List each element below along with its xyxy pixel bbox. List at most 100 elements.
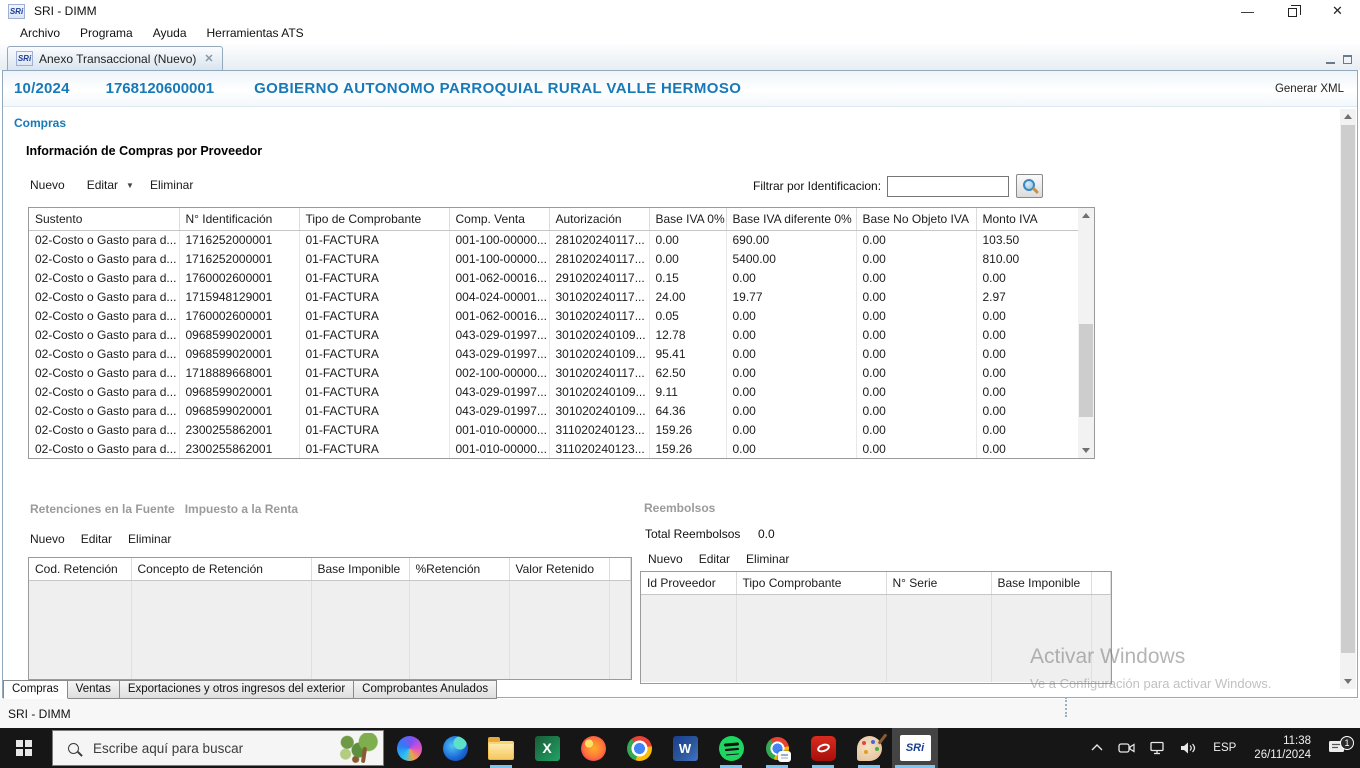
menu-programa[interactable]: Programa xyxy=(70,24,143,42)
tab-comprobantes-anulados[interactable]: Comprobantes Anulados xyxy=(353,680,498,699)
column-header[interactable]: N° Serie xyxy=(886,572,992,595)
column-header[interactable]: Autorización xyxy=(549,208,650,231)
table-cell: 01-FACTURA xyxy=(299,249,450,268)
tab-close-icon[interactable]: ✕ xyxy=(204,52,213,65)
column-header[interactable]: Tipo de Comprobante xyxy=(299,208,450,231)
tray-volume-icon[interactable] xyxy=(1173,728,1204,768)
search-input[interactable] xyxy=(91,739,301,757)
taskbar-acrobat[interactable] xyxy=(800,728,846,768)
table-row[interactable]: 02-Costo o Gasto para d... 0968599020001 0… xyxy=(29,325,1079,344)
paint-icon xyxy=(856,735,882,761)
table-row[interactable]: 02-Costo o Gasto para d... 1716252000001 0… xyxy=(29,230,1079,249)
taskbar-excel[interactable]: X xyxy=(524,728,570,768)
scrollbar-thumb[interactable] xyxy=(1341,125,1355,653)
content-scrollbar[interactable] xyxy=(1340,109,1356,689)
column-header[interactable]: Base IVA diferente 0% xyxy=(726,208,857,231)
table-row[interactable]: 02-Costo o Gasto para d... 2300255862001 0… xyxy=(29,439,1079,458)
window-titlebar: SRi SRI - DIMM — ✕ xyxy=(0,0,1360,22)
start-button[interactable] xyxy=(0,728,48,768)
filter-input[interactable] xyxy=(887,175,1010,197)
search-daily-image[interactable] xyxy=(338,733,380,764)
column-header[interactable]: Comp. Venta xyxy=(449,208,550,231)
minimize-button[interactable]: — xyxy=(1225,0,1270,22)
scrollbar-thumb[interactable] xyxy=(1079,324,1093,417)
menubar: Archivo Programa Ayuda Herramientas ATS xyxy=(0,22,1360,44)
view-minimize-icon[interactable] xyxy=(1326,55,1335,64)
retenciones-nuevo-button[interactable]: Nuevo xyxy=(30,532,65,546)
taskbar-sri-dimm[interactable]: SRi xyxy=(892,728,938,768)
reembolsos-editar-button[interactable]: Editar xyxy=(699,552,730,566)
tray-meet-camera-icon[interactable] xyxy=(1111,728,1142,768)
table-row[interactable]: 02-Costo o Gasto para d... 2300255862001 0… xyxy=(29,420,1079,439)
tray-chevron-up-icon[interactable] xyxy=(1083,728,1111,768)
reembolsos-eliminar-button[interactable]: Eliminar xyxy=(746,552,789,566)
table-row[interactable]: 02-Costo o Gasto para d... 1715948129001 0… xyxy=(29,287,1079,306)
column-header[interactable]: Concepto de Retención xyxy=(131,558,312,581)
tray-language-indicator[interactable]: ESP xyxy=(1204,742,1245,754)
menu-ayuda[interactable]: Ayuda xyxy=(143,24,197,42)
column-header[interactable]: Base No Objeto IVA xyxy=(856,208,977,231)
generate-xml-button[interactable]: Generar XML xyxy=(1275,83,1344,95)
splitter-handle[interactable] xyxy=(1065,697,1067,717)
taskbar-firefox[interactable] xyxy=(570,728,616,768)
tray-network-icon[interactable] xyxy=(1142,728,1173,768)
compras-editar-button[interactable]: Editar xyxy=(87,178,118,192)
tab-exportaciones[interactable]: Exportaciones y otros ingresos del exter… xyxy=(118,680,355,699)
column-header[interactable]: Cod. Retención xyxy=(29,558,132,581)
table-row[interactable]: 02-Costo o Gasto para d... 1760002600001 0… xyxy=(29,306,1079,325)
compras-nuevo-button[interactable]: Nuevo xyxy=(30,178,65,192)
taskbar-word[interactable]: W xyxy=(662,728,708,768)
taskbar-search[interactable] xyxy=(52,730,384,766)
editar-dropdown-icon[interactable]: ▼ xyxy=(126,181,134,190)
table-row[interactable]: 02-Costo o Gasto para d... 1760002600001 0… xyxy=(29,268,1079,287)
column-header[interactable]: Base Imponible xyxy=(311,558,410,581)
taskbar-edge[interactable] xyxy=(432,728,478,768)
table-row[interactable]: 02-Costo o Gasto para d... 0968599020001 0… xyxy=(29,401,1079,420)
notification-center-button[interactable]: 1 xyxy=(1320,736,1360,756)
column-header[interactable]: %Retención xyxy=(409,558,510,581)
reembolsos-nuevo-button[interactable]: Nuevo xyxy=(648,552,683,566)
restore-button[interactable] xyxy=(1270,0,1315,22)
table-row[interactable]: 02-Costo o Gasto para d... 0968599020001 0… xyxy=(29,382,1079,401)
column-header[interactable]: Base IVA 0% xyxy=(649,208,727,231)
scroll-down-icon[interactable] xyxy=(1340,674,1356,689)
menu-herramientas-ats[interactable]: Herramientas ATS xyxy=(197,24,314,42)
taskbar-chrome-profile[interactable] xyxy=(754,728,800,768)
tab-ventas[interactable]: Ventas xyxy=(66,680,120,699)
table-cell: 0.00 xyxy=(649,230,727,249)
view-maximize-icon[interactable] xyxy=(1343,55,1352,64)
table-row[interactable]: 02-Costo o Gasto para d... 1718889668001 0… xyxy=(29,363,1079,382)
column-header[interactable]: Monto IVA xyxy=(976,208,1079,231)
table-cell: 01-FACTURA xyxy=(299,382,450,401)
filter-search-button[interactable] xyxy=(1016,174,1044,198)
table-cell: 0.00 xyxy=(976,344,1079,363)
taskbar-chrome[interactable] xyxy=(616,728,662,768)
column-header[interactable]: Valor Retenido xyxy=(509,558,610,581)
taskbar-paint[interactable] xyxy=(846,728,892,768)
table-row[interactable]: 02-Costo o Gasto para d... 0968599020001 0… xyxy=(29,344,1079,363)
taskbar-spotify[interactable] xyxy=(708,728,754,768)
reembolsos-toolbar: Nuevo Editar Eliminar xyxy=(648,552,805,566)
scroll-up-icon[interactable] xyxy=(1078,208,1094,223)
column-header[interactable]: Tipo Comprobante xyxy=(736,572,887,595)
table-row[interactable]: 02-Costo o Gasto para d... 1716252000001 0… xyxy=(29,249,1079,268)
compras-table-scrollbar[interactable] xyxy=(1078,208,1094,458)
column-header[interactable]: Id Proveedor xyxy=(641,572,737,595)
tab-anexo-transaccional[interactable]: SRi Anexo Transaccional (Nuevo) ✕ xyxy=(7,46,223,70)
scroll-down-icon[interactable] xyxy=(1078,443,1094,458)
close-button[interactable]: ✕ xyxy=(1315,0,1360,22)
column-header[interactable]: Base Imponible xyxy=(991,572,1092,595)
compras-table-container: Sustento N° Identificación Tipo de Comprob… xyxy=(28,207,1095,459)
tray-clock[interactable]: 11:38 26/11/2024 xyxy=(1245,734,1320,762)
retenciones-editar-button[interactable]: Editar xyxy=(81,532,112,546)
taskbar-copilot[interactable] xyxy=(386,728,432,768)
system-tray: ESP 11:38 26/11/2024 1 xyxy=(1083,728,1360,768)
retenciones-eliminar-button[interactable]: Eliminar xyxy=(128,532,171,546)
tab-compras[interactable]: Compras xyxy=(3,680,68,699)
column-header[interactable]: Sustento xyxy=(29,208,180,231)
column-header[interactable]: N° Identificación xyxy=(179,208,300,231)
scroll-up-icon[interactable] xyxy=(1340,109,1356,124)
compras-eliminar-button[interactable]: Eliminar xyxy=(150,178,193,192)
taskbar-file-explorer[interactable] xyxy=(478,728,524,768)
menu-archivo[interactable]: Archivo xyxy=(10,24,70,42)
